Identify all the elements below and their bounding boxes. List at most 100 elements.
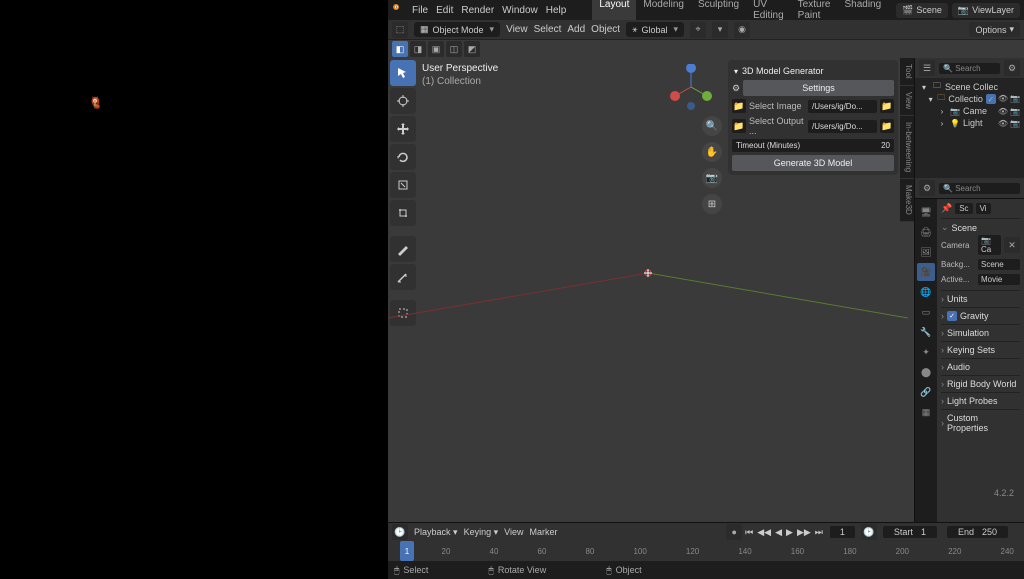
camera-view-icon[interactable]: 📷 bbox=[702, 168, 722, 188]
menu-edit[interactable]: Edit bbox=[436, 5, 453, 16]
tool-annotate[interactable] bbox=[390, 236, 416, 262]
options-dropdown[interactable]: Options ▾ bbox=[969, 22, 1020, 37]
overlay-icon-3[interactable]: ◫ bbox=[446, 41, 462, 57]
menu-file[interactable]: File bbox=[412, 5, 428, 16]
sec-audio[interactable]: Audio bbox=[941, 362, 1020, 372]
outliner-type-icon[interactable]: ☰ bbox=[919, 60, 935, 76]
tool-rotate[interactable] bbox=[390, 144, 416, 170]
sec-lightprobes[interactable]: Light Probes bbox=[941, 396, 1020, 406]
gravity-checkbox[interactable]: ✓ bbox=[947, 311, 957, 321]
ntab-view[interactable]: View bbox=[900, 86, 914, 116]
sec-units[interactable]: Units bbox=[941, 294, 1020, 304]
tool-add-cube[interactable] bbox=[390, 300, 416, 326]
hdr-object[interactable]: Object bbox=[591, 24, 620, 35]
properties-type-icon[interactable]: ⚙ bbox=[919, 180, 935, 196]
ptab-data[interactable]: ▦ bbox=[917, 403, 935, 421]
snap-icon[interactable]: ⌖ bbox=[690, 22, 706, 38]
ptab-physics[interactable]: ⬤ bbox=[917, 363, 935, 381]
editor-type-icon[interactable]: ⬚ bbox=[392, 22, 408, 38]
browse-output-icon[interactable]: 📁 bbox=[880, 119, 894, 133]
camera-field[interactable]: 📷 Ca bbox=[978, 235, 1001, 255]
gizmo-toggle-icon[interactable]: ◧ bbox=[392, 41, 408, 57]
tl-view[interactable]: View bbox=[504, 527, 523, 537]
keyframe-next-icon[interactable]: ▶▶ bbox=[796, 527, 812, 538]
keyframe-prev-icon[interactable]: ◀◀ bbox=[756, 527, 772, 538]
active-clip-field[interactable]: Movie bbox=[978, 274, 1020, 285]
menu-render[interactable]: Render bbox=[461, 5, 494, 16]
sec-scene[interactable]: Scene bbox=[941, 222, 1020, 233]
start-frame[interactable]: Start1 bbox=[883, 526, 937, 538]
ptab-object[interactable]: ▭ bbox=[917, 303, 935, 321]
overlay-icon-4[interactable]: ◩ bbox=[464, 41, 480, 57]
clock-icon[interactable]: 🕑 bbox=[861, 524, 877, 540]
tool-move[interactable] bbox=[390, 116, 416, 142]
output-path-field[interactable]: /Users/ig/Do... bbox=[808, 120, 877, 133]
ptab-modifier[interactable]: 🔧 bbox=[917, 323, 935, 341]
tool-measure[interactable] bbox=[390, 264, 416, 290]
jump-end-icon[interactable]: ⏭ bbox=[814, 527, 824, 538]
autokey-icon[interactable]: ● bbox=[726, 524, 742, 540]
timeout-field[interactable]: Timeout (Minutes)20 bbox=[732, 139, 894, 152]
timeline-type-icon[interactable]: 🕑 bbox=[392, 524, 408, 540]
current-frame[interactable]: 1 bbox=[830, 526, 855, 538]
ntab-inbetween[interactable]: In-betweening bbox=[900, 116, 914, 179]
sec-custom[interactable]: Custom Properties bbox=[941, 413, 1020, 433]
ptab-world[interactable]: 🌐 bbox=[917, 283, 935, 301]
viewlayer-selector[interactable]: 📷ViewLayer bbox=[952, 3, 1020, 18]
orientation-select[interactable]: ⚹ Global ▾ bbox=[626, 22, 684, 37]
play-rev-icon[interactable]: ◀ bbox=[774, 527, 783, 538]
timeline-ruler[interactable]: 1 0 20 40 60 80 100 120 140 160 180 200 … bbox=[388, 541, 1024, 561]
tl-playback[interactable]: Playback ▾ bbox=[414, 527, 458, 538]
mode-select[interactable]: ▦ Object Mode ▾ bbox=[414, 22, 500, 37]
browse-image-icon[interactable]: 📁 bbox=[880, 99, 894, 113]
generate-button[interactable]: Generate 3D Model bbox=[732, 155, 894, 171]
tl-marker[interactable]: Marker bbox=[529, 527, 557, 537]
ptab-particles[interactable]: ✦ bbox=[917, 343, 935, 361]
sec-rigidbody[interactable]: Rigid Body World bbox=[941, 379, 1020, 389]
hdr-view[interactable]: View bbox=[506, 24, 528, 35]
overlay-icon-2[interactable]: ▣ bbox=[428, 41, 444, 57]
sec-keying[interactable]: Keying Sets bbox=[941, 345, 1020, 355]
x-icon[interactable]: ✕ bbox=[1004, 237, 1020, 253]
menu-window[interactable]: Window bbox=[502, 5, 538, 16]
playhead[interactable]: 1 bbox=[400, 541, 414, 561]
tl-keying[interactable]: Keying ▾ bbox=[464, 527, 499, 538]
outliner-row-camera[interactable]: ›📷Came👁📷 bbox=[917, 105, 1022, 117]
end-frame[interactable]: End250 bbox=[947, 526, 1008, 538]
snap-dd-icon[interactable]: ▾ bbox=[712, 22, 728, 38]
tool-cursor[interactable] bbox=[390, 88, 416, 114]
hdr-add[interactable]: Add bbox=[567, 24, 585, 35]
ptab-scene[interactable]: 🎥 bbox=[917, 263, 935, 281]
viewlayer-pill[interactable]: Vi bbox=[976, 203, 991, 214]
outliner-row-light[interactable]: ›💡Light👁📷 bbox=[917, 117, 1022, 129]
properties-search[interactable]: 🔍 Search bbox=[939, 183, 1020, 194]
jump-start-icon[interactable]: ⏮ bbox=[744, 527, 754, 538]
folder-icon[interactable]: 📁 bbox=[732, 119, 746, 133]
hdr-select[interactable]: Select bbox=[534, 24, 562, 35]
play-icon[interactable]: ▶ bbox=[785, 527, 794, 538]
scene-pill[interactable]: Sc bbox=[955, 203, 972, 214]
ptab-output[interactable]: 🖨 bbox=[917, 223, 935, 241]
sec-simulation[interactable]: Simulation bbox=[941, 328, 1020, 338]
ntab-make3d[interactable]: Make3D bbox=[900, 179, 914, 222]
background-field[interactable]: Scene bbox=[978, 259, 1020, 270]
outliner-row-scene[interactable]: ▾🗀Scene Collec bbox=[917, 81, 1022, 93]
tool-transform[interactable] bbox=[390, 200, 416, 226]
filter-icon[interactable]: ⚙ bbox=[1004, 60, 1020, 76]
pin-icon[interactable]: 📌 bbox=[941, 203, 952, 214]
ntab-tool[interactable]: Tool bbox=[900, 58, 914, 86]
3d-viewport[interactable]: User Perspective (1) Collection 🔍 bbox=[388, 58, 914, 522]
menu-help[interactable]: Help bbox=[546, 5, 567, 16]
tool-scale[interactable] bbox=[390, 172, 416, 198]
outliner-row-collection[interactable]: ▾🗀Collectio✓👁📷 bbox=[917, 93, 1022, 105]
addon-title[interactable]: 3D Model Generator bbox=[732, 64, 894, 80]
pan-icon[interactable]: ✋ bbox=[702, 142, 722, 162]
axis-gizmo[interactable] bbox=[668, 64, 714, 110]
ptab-viewlayer[interactable]: 🖼 bbox=[917, 243, 935, 261]
folder-icon[interactable]: 📁 bbox=[732, 99, 746, 113]
sec-gravity[interactable]: ✓ Gravity bbox=[941, 311, 1020, 321]
outliner-search[interactable]: 🔍 Search bbox=[939, 63, 1000, 74]
overlay-icon-1[interactable]: ◨ bbox=[410, 41, 426, 57]
ptab-constraint[interactable]: 🔗 bbox=[917, 383, 935, 401]
grid-icon[interactable]: ⊞ bbox=[702, 194, 722, 214]
